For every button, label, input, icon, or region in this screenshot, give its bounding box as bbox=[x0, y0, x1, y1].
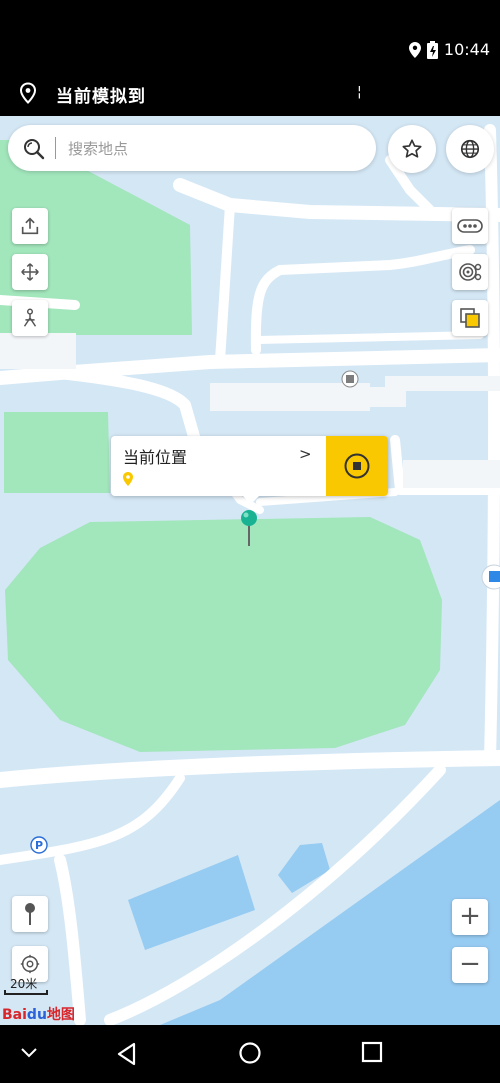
route-button[interactable] bbox=[12, 300, 48, 336]
stop-simulation-button[interactable] bbox=[326, 436, 388, 496]
home-nav-icon[interactable] bbox=[238, 1041, 262, 1065]
scale-bar bbox=[4, 990, 48, 995]
location-pin-icon bbox=[123, 472, 133, 486]
callout-tail bbox=[243, 496, 259, 504]
logo-map: 地图 bbox=[46, 1007, 75, 1023]
logo-du: du bbox=[26, 1007, 47, 1023]
layers-button[interactable] bbox=[452, 300, 488, 336]
recents-nav-icon[interactable] bbox=[361, 1041, 383, 1063]
traffic-icon bbox=[459, 263, 482, 281]
zoom-out-button[interactable]: − bbox=[452, 947, 488, 983]
parking-icon: P bbox=[30, 836, 48, 854]
app-bar-mark: ¦ bbox=[357, 84, 362, 100]
move-icon bbox=[21, 263, 39, 281]
route-icon bbox=[23, 308, 37, 327]
stop-icon bbox=[344, 453, 370, 479]
layers-icon bbox=[460, 308, 480, 328]
status-bar bbox=[0, 0, 500, 72]
more-icon bbox=[457, 219, 483, 233]
globe-button[interactable] bbox=[446, 125, 494, 173]
more-button[interactable] bbox=[452, 208, 488, 244]
pin-tool-button[interactable] bbox=[12, 896, 48, 932]
traffic-button[interactable] bbox=[452, 254, 488, 290]
share-icon bbox=[21, 217, 39, 235]
search-icon bbox=[24, 139, 45, 160]
collapse-icon[interactable] bbox=[18, 1044, 40, 1060]
location-callout[interactable]: 当前位置 > bbox=[111, 436, 388, 504]
map-canvas bbox=[0, 124, 500, 1025]
baidu-map-logo: Baidu地图 bbox=[2, 1004, 75, 1024]
callout-title: 当前位置 bbox=[123, 448, 188, 467]
svg-text:P: P bbox=[35, 839, 43, 852]
chevron-right-icon: > bbox=[299, 445, 312, 463]
page-title: 当前模拟到 bbox=[56, 87, 146, 107]
move-button[interactable] bbox=[12, 254, 48, 290]
location-pin-icon bbox=[19, 82, 37, 104]
status-icons: 10:44 bbox=[408, 40, 490, 59]
search-input[interactable] bbox=[66, 135, 360, 163]
logo-bai: Bai bbox=[2, 1007, 27, 1023]
globe-icon bbox=[460, 139, 480, 159]
search-divider bbox=[55, 137, 56, 159]
star-icon bbox=[402, 139, 422, 158]
locate-icon bbox=[20, 954, 40, 974]
search-bar[interactable] bbox=[8, 125, 376, 171]
location-pin-icon bbox=[408, 41, 421, 58]
share-button[interactable] bbox=[12, 208, 48, 244]
battery-icon bbox=[426, 40, 438, 59]
map-view[interactable] bbox=[0, 116, 500, 1025]
zoom-in-button[interactable]: + bbox=[452, 899, 488, 935]
back-nav-icon[interactable] bbox=[114, 1041, 140, 1067]
status-time: 10:44 bbox=[443, 40, 490, 59]
favorites-button[interactable] bbox=[388, 125, 436, 173]
pin-tool-icon bbox=[25, 903, 35, 925]
